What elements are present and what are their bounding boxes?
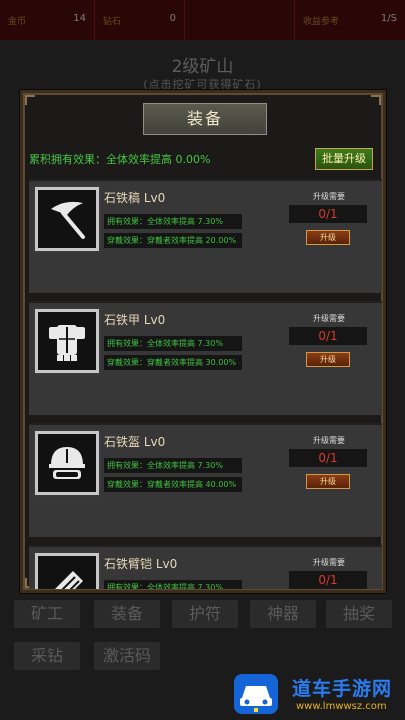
stat-income: 收益参考 1/S [295, 0, 405, 40]
own-effect: 拥有效果：全体效率提高 7.30% [104, 214, 242, 229]
item-icon-frame [35, 309, 99, 373]
stat-label: 金币 [8, 17, 27, 27]
upgrade-need-label: 升级需要 [313, 314, 345, 323]
item-icon-frame [35, 187, 99, 251]
stat-empty [185, 0, 295, 40]
upgrade-need-label: 升级需要 [313, 192, 345, 201]
wear-effect: 穿戴效果：穿戴者效率提高 30.00% [104, 355, 242, 370]
upgrade-need-value: 0/1 [289, 205, 367, 223]
nav-talisman-button[interactable]: 护符 [172, 600, 238, 628]
stat-value: 0 [169, 13, 176, 24]
item-name: 石铁甲 Lv0 [104, 313, 166, 327]
stat-diamond: 钻石 0 [95, 0, 185, 40]
own-effect: 拥有效果：全体效率提高 7.30% [104, 458, 242, 473]
upgrade-need-value: 0/1 [289, 327, 367, 345]
upgrade-need-value: 0/1 [289, 571, 367, 589]
panel-title: 装备 [143, 103, 267, 135]
armor-icon [49, 325, 85, 361]
site-watermark: 道车手游网 www.lmwwsz.com [230, 668, 405, 720]
upgrade-button[interactable]: 升级 [306, 230, 350, 245]
resource-bar: 金币 14 钻石 0 收益参考 1/S [0, 0, 405, 40]
batch-upgrade-button[interactable]: 批量升级 [315, 148, 373, 170]
car-logo-icon [234, 674, 278, 714]
item-icon-frame [35, 553, 99, 589]
wear-effect: 穿戴效果：穿戴者效率提高 40.00% [104, 477, 242, 492]
item-name: 石铁稿 Lv0 [104, 191, 166, 205]
nav-drill-button[interactable]: 采钻 [14, 642, 80, 670]
upgrade-button[interactable]: 升级 [306, 352, 350, 367]
item-icon-frame [35, 431, 99, 495]
wear-effect: 穿戴效果：穿戴者效率提高 20.00% [104, 233, 242, 248]
stat-gold: 金币 14 [0, 0, 95, 40]
gauntlet-icon [55, 571, 83, 589]
item-name: 石铁盔 Lv0 [104, 435, 166, 449]
equipment-card: 石铁臂铠 Lv0 拥有效果：全体效率提高 7.30% 升级需要 0/1 [29, 545, 382, 589]
corner-ornament [371, 95, 381, 105]
own-effect: 拥有效果：全体效率提高 7.30% [104, 336, 242, 351]
equipment-panel: 装备 累积拥有效果：全体效率提高 0.00% 批量升级 石铁稿 Lv0 拥有效果… [20, 90, 386, 593]
upgrade-button[interactable]: 升级 [306, 474, 350, 489]
upgrade-need-value: 0/1 [289, 449, 367, 467]
watermark-url: www.lmwwsz.com [296, 701, 387, 712]
stat-label: 钻石 [103, 17, 122, 27]
pickaxe-icon [51, 201, 85, 239]
nav-artifact-button[interactable]: 神器 [250, 600, 316, 628]
nav-code-button[interactable]: 激活码 [94, 642, 160, 670]
stat-label: 收益参考 [303, 17, 340, 27]
equipment-card: 石铁稿 Lv0 拥有效果：全体效率提高 7.30% 穿戴效果：穿戴者效率提高 2… [29, 179, 382, 293]
stat-value: 1/S [380, 13, 397, 24]
corner-ornament [25, 95, 35, 105]
stat-value: 14 [73, 13, 86, 24]
mine-title: 2级矿山 [171, 57, 234, 77]
nav-miner-button[interactable]: 矿工 [14, 600, 80, 628]
watermark-brand: 道车手游网 [292, 678, 393, 700]
equipment-list[interactable]: 石铁稿 Lv0 拥有效果：全体效率提高 7.30% 穿戴效果：穿戴者效率提高 2… [29, 179, 382, 589]
upgrade-need-label: 升级需要 [313, 558, 345, 567]
item-name: 石铁臂铠 Lv0 [104, 557, 178, 571]
own-effect: 拥有效果：全体效率提高 7.30% [104, 580, 242, 589]
nav-lottery-button[interactable]: 抽奖 [326, 600, 392, 628]
helmet-icon [49, 447, 85, 479]
equipment-card: 石铁盔 Lv0 拥有效果：全体效率提高 7.30% 穿戴效果：穿戴者效率提高 4… [29, 423, 382, 537]
equipment-card: 石铁甲 Lv0 拥有效果：全体效率提高 7.30% 穿戴效果：穿戴者效率提高 3… [29, 301, 382, 415]
nav-equipment-button[interactable]: 装备 [94, 600, 160, 628]
upgrade-need-label: 升级需要 [313, 436, 345, 445]
cumulative-effect: 累积拥有效果：全体效率提高 0.00% [29, 153, 211, 166]
